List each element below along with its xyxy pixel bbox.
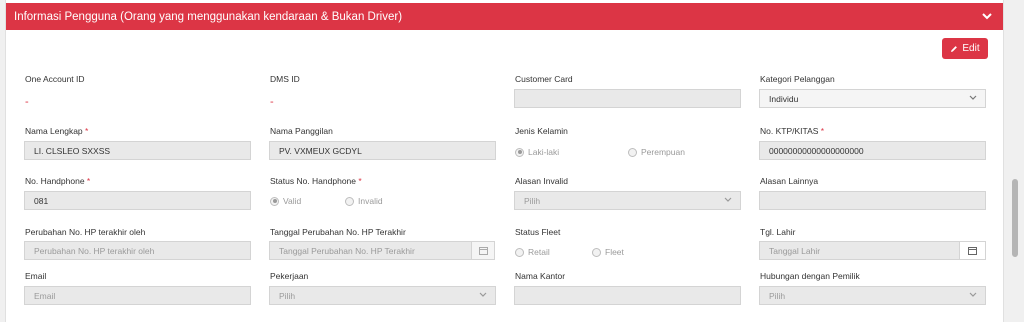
handphone-field[interactable]: 081: [24, 191, 251, 210]
nama-lengkap-label: Nama Lengkap *: [25, 126, 89, 136]
pekerjaan-value: Pilih: [279, 290, 296, 301]
handphone-label: No. Handphone *: [25, 176, 91, 186]
perubahan-oleh-label: Perubahan No. HP terakhir oleh: [25, 227, 146, 237]
radio-dot: [515, 147, 524, 157]
tanggal-perubahan-field[interactable]: Tanggal Perubahan No. HP Terakhir: [269, 241, 472, 260]
alasan-invalid-label: Alasan Invalid: [515, 176, 568, 186]
nama-kantor-field[interactable]: [514, 286, 741, 305]
radio-fleet[interactable]: Fleet: [592, 247, 624, 257]
one-account-id-value: -: [25, 96, 29, 108]
hubungan-select[interactable]: Pilih: [759, 286, 986, 305]
chevron-down-icon: [724, 197, 732, 202]
hubungan-label: Hubungan dengan Pemilik: [760, 271, 860, 281]
pekerjaan-select[interactable]: Pilih: [269, 286, 496, 305]
edit-button[interactable]: Edit: [942, 38, 988, 59]
dms-id-value: -: [270, 96, 274, 108]
panel-title: Informasi Pengguna (Orang yang menggunak…: [14, 10, 403, 23]
chevron-down-icon: [479, 292, 487, 297]
nama-lengkap-field[interactable]: LI. CLSLEO SXXSS: [24, 141, 251, 160]
scrollbar-track[interactable]: [1008, 0, 1024, 322]
scrollbar-thumb[interactable]: [1012, 179, 1018, 257]
radio-dot: [592, 247, 601, 257]
tgl-lahir-field[interactable]: Tanggal Lahir: [759, 241, 960, 260]
tgl-lahir-label: Tgl. Lahir: [760, 227, 796, 237]
calendar-icon[interactable]: [959, 241, 986, 260]
customer-card-field[interactable]: [514, 89, 741, 108]
radio-retail[interactable]: Retail: [515, 247, 550, 257]
ktp-label: No. KTP/KITAS *: [760, 126, 825, 136]
alasan-invalid-value: Pilih: [524, 195, 541, 206]
radio-dot: [270, 196, 279, 206]
alasan-lainnya-field[interactable]: [759, 191, 986, 210]
jenis-kelamin-label: Jenis Kelamin: [515, 126, 568, 136]
perubahan-oleh-field[interactable]: Perubahan No. HP terakhir oleh: [24, 241, 251, 260]
hubungan-value: Pilih: [769, 290, 786, 301]
radio-dot: [628, 147, 637, 157]
calendar-icon[interactable]: [471, 241, 495, 260]
nama-panggilan-label: Nama Panggilan: [270, 126, 333, 136]
radio-valid[interactable]: Valid: [270, 196, 301, 206]
chevron-down-icon[interactable]: [977, 7, 997, 27]
radio-perempuan[interactable]: Perempuan: [628, 147, 685, 157]
kategori-label: Kategori Pelanggan: [760, 74, 835, 84]
alasan-lainnya-label: Alasan Lainnya: [760, 176, 819, 186]
status-hp-label: Status No. Handphone *: [270, 176, 362, 186]
customer-card-label: Customer Card: [515, 74, 573, 84]
status-fleet-label: Status Fleet: [515, 227, 561, 237]
panel-header[interactable]: Informasi Pengguna (Orang yang menggunak…: [6, 3, 1003, 30]
chevron-down-icon: [969, 95, 977, 100]
tanggal-perubahan-label: Tanggal Perubahan No. HP Terakhir: [270, 227, 406, 237]
dms-id-label: DMS ID: [270, 74, 300, 84]
kategori-select[interactable]: Individu: [759, 89, 986, 108]
pencil-icon: [951, 45, 958, 52]
one-account-id-label: One Account ID: [25, 74, 85, 84]
radio-laki-laki[interactable]: Laki-laki: [515, 147, 559, 157]
kategori-value: Individu: [769, 93, 799, 104]
radio-invalid[interactable]: Invalid: [345, 196, 383, 206]
radio-dot: [345, 196, 354, 206]
radio-dot: [515, 247, 524, 257]
nama-panggilan-field[interactable]: PV. VXMEUX GCDYL: [269, 141, 496, 160]
email-field[interactable]: Email: [24, 286, 251, 305]
alasan-invalid-select[interactable]: Pilih: [514, 191, 741, 210]
ktp-field[interactable]: 00000000000000000000: [759, 141, 986, 160]
chevron-down-icon: [969, 292, 977, 297]
pekerjaan-label: Pekerjaan: [270, 271, 309, 281]
edit-button-label: Edit: [962, 43, 980, 54]
nama-kantor-label: Nama Kantor: [515, 271, 566, 281]
email-label: Email: [25, 271, 47, 281]
